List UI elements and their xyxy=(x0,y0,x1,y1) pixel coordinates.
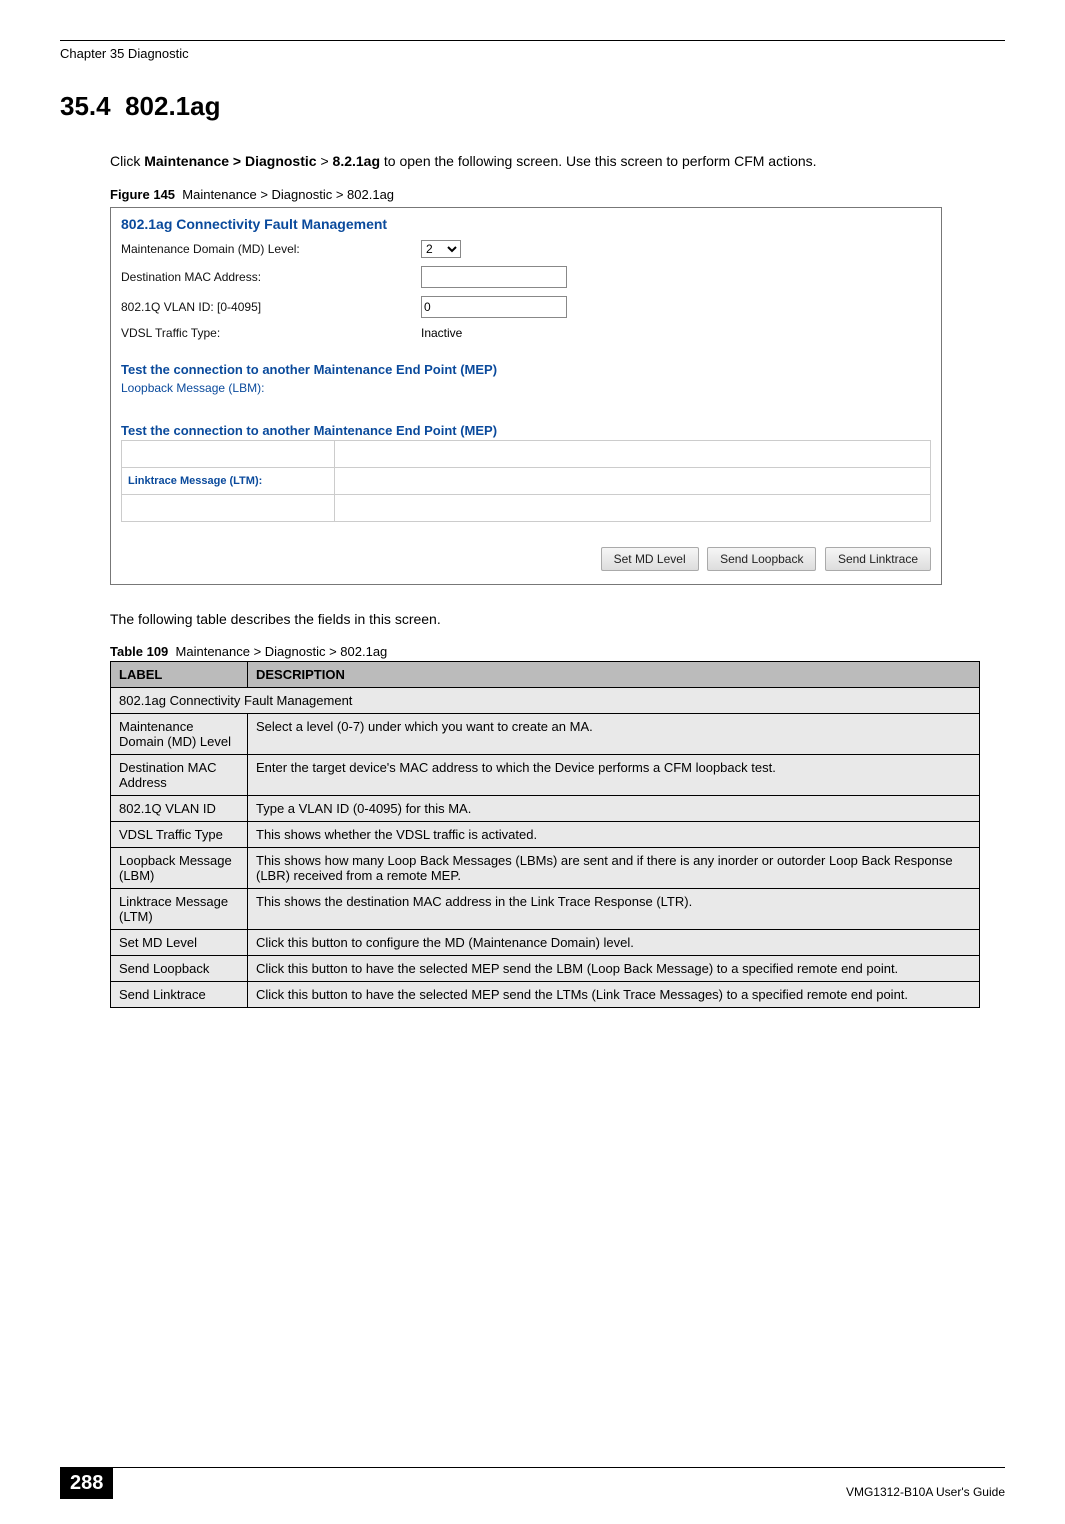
table-intro: The following table describes the fields… xyxy=(110,610,1005,630)
th-desc: DESCRIPTION xyxy=(248,662,980,688)
page-number: 288 xyxy=(60,1468,113,1499)
vdsl-traffic-value: Inactive xyxy=(421,326,462,340)
intro-bold1: Maintenance > Diagnostic xyxy=(144,153,316,169)
table-row: Click this button to have the selected M… xyxy=(248,982,980,1008)
dest-mac-input[interactable] xyxy=(421,266,567,288)
intro-bold2: 8.2.1ag xyxy=(333,153,380,169)
vlan-id-input[interactable] xyxy=(421,296,567,318)
mep-test-2: Test the connection to another Maintenan… xyxy=(111,405,941,440)
panel-title: 802.1ag Connectivity Fault Management xyxy=(111,208,941,236)
table-row: This shows whether the VDSL traffic is a… xyxy=(248,822,980,848)
table-row: VDSL Traffic Type xyxy=(111,822,248,848)
table-caption: Table 109 Maintenance > Diagnostic > 802… xyxy=(110,644,1005,659)
intro-mid: > xyxy=(317,153,333,169)
table-row: Destination MAC Address xyxy=(111,755,248,796)
guide-name: VMG1312-B10A User's Guide xyxy=(846,1485,1005,1499)
table-row: Enter the target device's MAC address to… xyxy=(248,755,980,796)
dest-mac-label: Destination MAC Address: xyxy=(121,270,421,284)
table-row: This shows the destination MAC address i… xyxy=(248,889,980,930)
intro-prefix: Click xyxy=(110,153,144,169)
figure-screenshot: 802.1ag Connectivity Fault Management Ma… xyxy=(110,207,942,585)
set-md-level-button[interactable]: Set MD Level xyxy=(601,547,699,571)
th-label: LABEL xyxy=(111,662,248,688)
ltm-label: Linktrace Message (LTM): xyxy=(122,467,335,494)
figure-label: Figure 145 xyxy=(110,187,175,202)
table-row: Click this button to have the selected M… xyxy=(248,956,980,982)
figure-caption-text: Maintenance > Diagnostic > 802.1ag xyxy=(182,187,394,202)
table-row: Loopback Message (LBM) xyxy=(111,848,248,889)
table-row: This shows how many Loop Back Messages (… xyxy=(248,848,980,889)
table-row: Select a level (0-7) under which you wan… xyxy=(248,714,980,755)
table-caption-text: Maintenance > Diagnostic > 802.1ag xyxy=(176,644,388,659)
vlan-id-label: 802.1Q VLAN ID: [0-4095] xyxy=(121,300,421,314)
section-title: 35.4 802.1ag xyxy=(60,91,1005,122)
send-linktrace-button[interactable]: Send Linktrace xyxy=(825,547,931,571)
page-footer: 288 VMG1312-B10A User's Guide xyxy=(60,1467,1005,1499)
description-table: LABEL DESCRIPTION 802.1ag Connectivity F… xyxy=(110,661,980,1008)
table-row: Set MD Level xyxy=(111,930,248,956)
lbm-label: Loopback Message (LBM): xyxy=(111,379,941,405)
table-row: Click this button to configure the MD (M… xyxy=(248,930,980,956)
table-row: Send Linktrace xyxy=(111,982,248,1008)
table-row: Maintenance Domain (MD) Level xyxy=(111,714,248,755)
figure-caption: Figure 145 Maintenance > Diagnostic > 80… xyxy=(110,187,1005,202)
table-row: Linktrace Message (LTM) xyxy=(111,889,248,930)
table-row: 802.1ag Connectivity Fault Management xyxy=(111,688,980,714)
vdsl-traffic-label: VDSL Traffic Type: xyxy=(121,326,421,340)
chapter-header: Chapter 35 Diagnostic xyxy=(60,46,1005,61)
table-row: Send Loopback xyxy=(111,956,248,982)
ltm-table: Linktrace Message (LTM): xyxy=(121,440,931,522)
intro-rest: to open the following screen. Use this s… xyxy=(380,153,817,169)
table-row: 802.1Q VLAN ID xyxy=(111,796,248,822)
intro-text: Click Maintenance > Diagnostic > 8.2.1ag… xyxy=(110,152,1005,172)
section-number: 35.4 xyxy=(60,91,111,121)
section-name: 802.1ag xyxy=(125,91,220,121)
table-caption-label: Table 109 xyxy=(110,644,168,659)
table-row: Type a VLAN ID (0-4095) for this MA. xyxy=(248,796,980,822)
send-loopback-button[interactable]: Send Loopback xyxy=(707,547,816,571)
md-level-label: Maintenance Domain (MD) Level: xyxy=(121,242,421,256)
mep-test-1: Test the connection to another Maintenan… xyxy=(111,344,941,379)
md-level-select[interactable]: 2 xyxy=(421,240,461,258)
